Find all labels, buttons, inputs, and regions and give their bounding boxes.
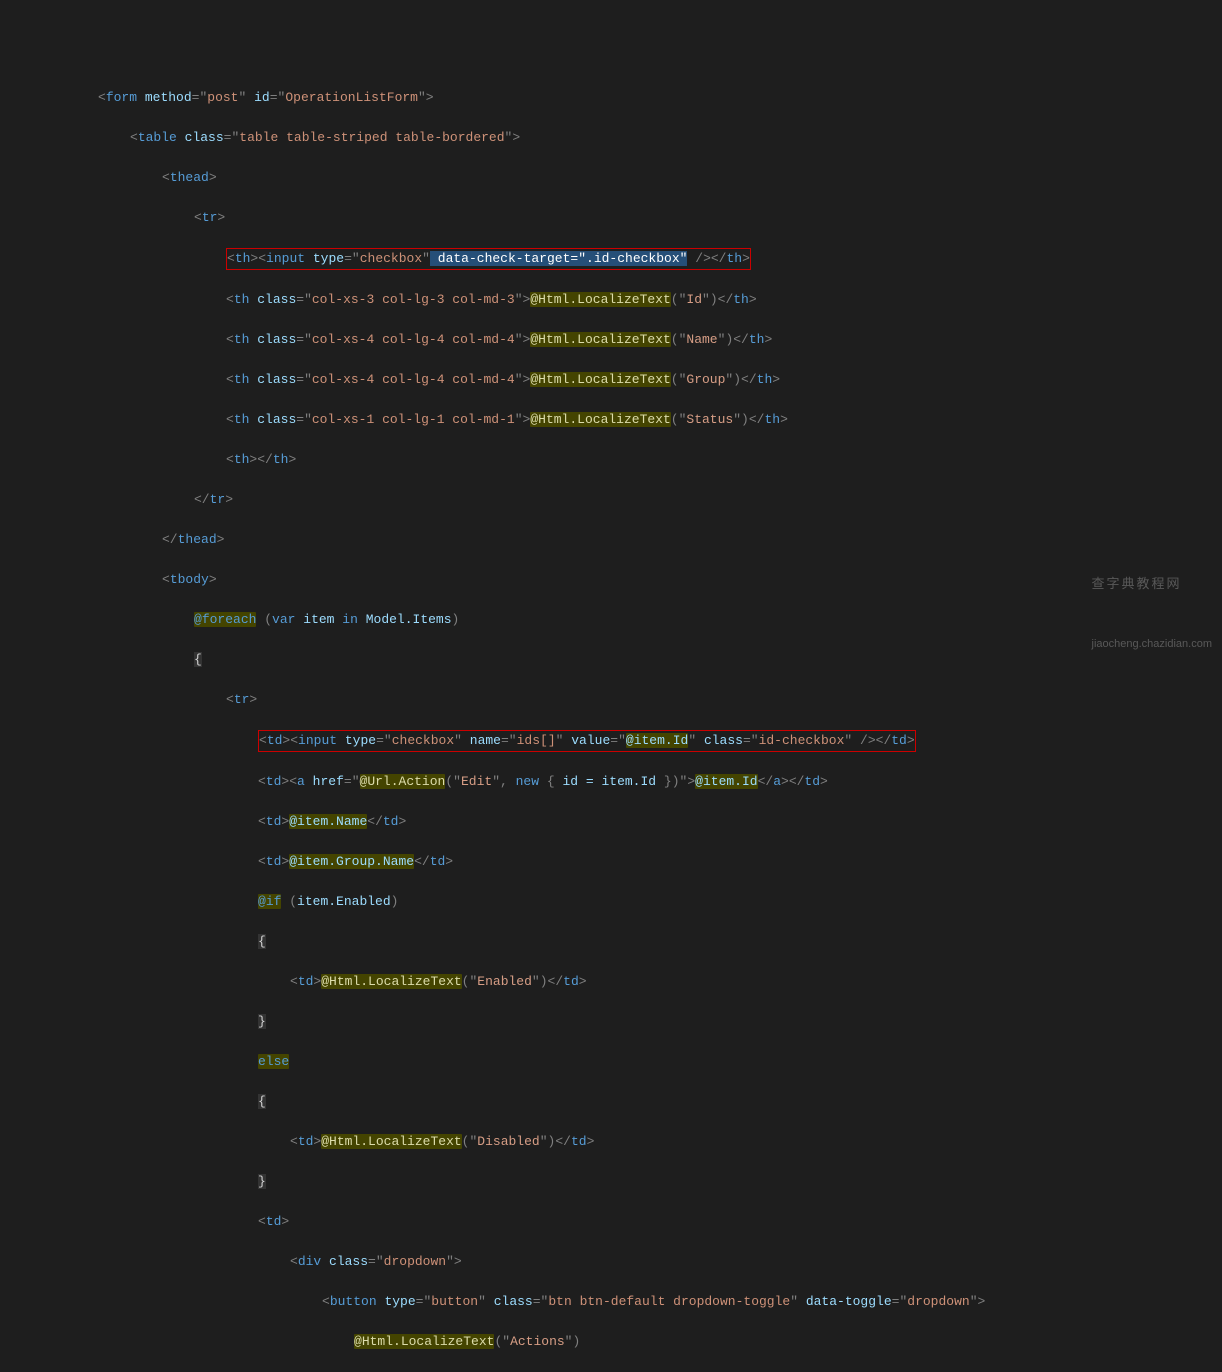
code-line[interactable]: { — [0, 1092, 1222, 1112]
code-line[interactable]: <td>@item.Group.Name</td> — [0, 852, 1222, 872]
code-line[interactable]: </thead> — [0, 530, 1222, 550]
code-line[interactable]: @foreach (var item in Model.Items) — [0, 610, 1222, 630]
code-line[interactable]: else — [0, 1052, 1222, 1072]
code-line[interactable]: } — [0, 1012, 1222, 1032]
code-line[interactable]: } — [0, 1172, 1222, 1192]
code-line[interactable]: </tr> — [0, 490, 1222, 510]
code-line[interactable]: <tr> — [0, 208, 1222, 228]
code-line[interactable]: <td>@Html.LocalizeText("Disabled")</td> — [0, 1132, 1222, 1152]
code-line[interactable]: <th class="col-xs-3 col-lg-3 col-md-3">@… — [0, 290, 1222, 310]
code-line[interactable]: <th class="col-xs-1 col-lg-1 col-md-1">@… — [0, 410, 1222, 430]
code-line[interactable]: <td>@item.Name</td> — [0, 812, 1222, 832]
code-line[interactable]: <tbody> — [0, 570, 1222, 590]
code-line[interactable]: <th class="col-xs-4 col-lg-4 col-md-4">@… — [0, 370, 1222, 390]
code-line[interactable]: <td>@Html.LocalizeText("Enabled")</td> — [0, 972, 1222, 992]
code-line[interactable]: <button type="button" class="btn btn-def… — [0, 1292, 1222, 1312]
code-line[interactable]: <div class="dropdown"> — [0, 1252, 1222, 1272]
code-line-highlighted[interactable]: <th><input type="checkbox" data-check-ta… — [0, 248, 1222, 270]
code-line[interactable]: <td><a href="@Url.Action("Edit", new { i… — [0, 772, 1222, 792]
watermark: 查字典教程网 jiaocheng.chazidian.com — [1092, 534, 1212, 674]
code-line[interactable]: { — [0, 932, 1222, 952]
code-line[interactable]: @if (item.Enabled) — [0, 892, 1222, 912]
code-editor-viewport: { "tokens": { "lt": "<", "gt": ">", "clo… — [0, 0, 1222, 686]
code-line-highlighted[interactable]: <td><input type="checkbox" name="ids[]" … — [0, 730, 1222, 752]
code-line[interactable]: { — [0, 650, 1222, 670]
code-line[interactable]: <tr> — [0, 690, 1222, 710]
code-line[interactable]: <td> — [0, 1212, 1222, 1232]
code-line[interactable]: <form method="post" id="OperationListFor… — [0, 88, 1222, 108]
code-line[interactable]: @Html.LocalizeText("Actions") — [0, 1332, 1222, 1352]
code-line[interactable]: <th class="col-xs-4 col-lg-4 col-md-4">@… — [0, 330, 1222, 350]
code-line[interactable]: <table class="table table-striped table-… — [0, 128, 1222, 148]
code-line[interactable]: <thead> — [0, 168, 1222, 188]
code-line[interactable]: <th></th> — [0, 450, 1222, 470]
